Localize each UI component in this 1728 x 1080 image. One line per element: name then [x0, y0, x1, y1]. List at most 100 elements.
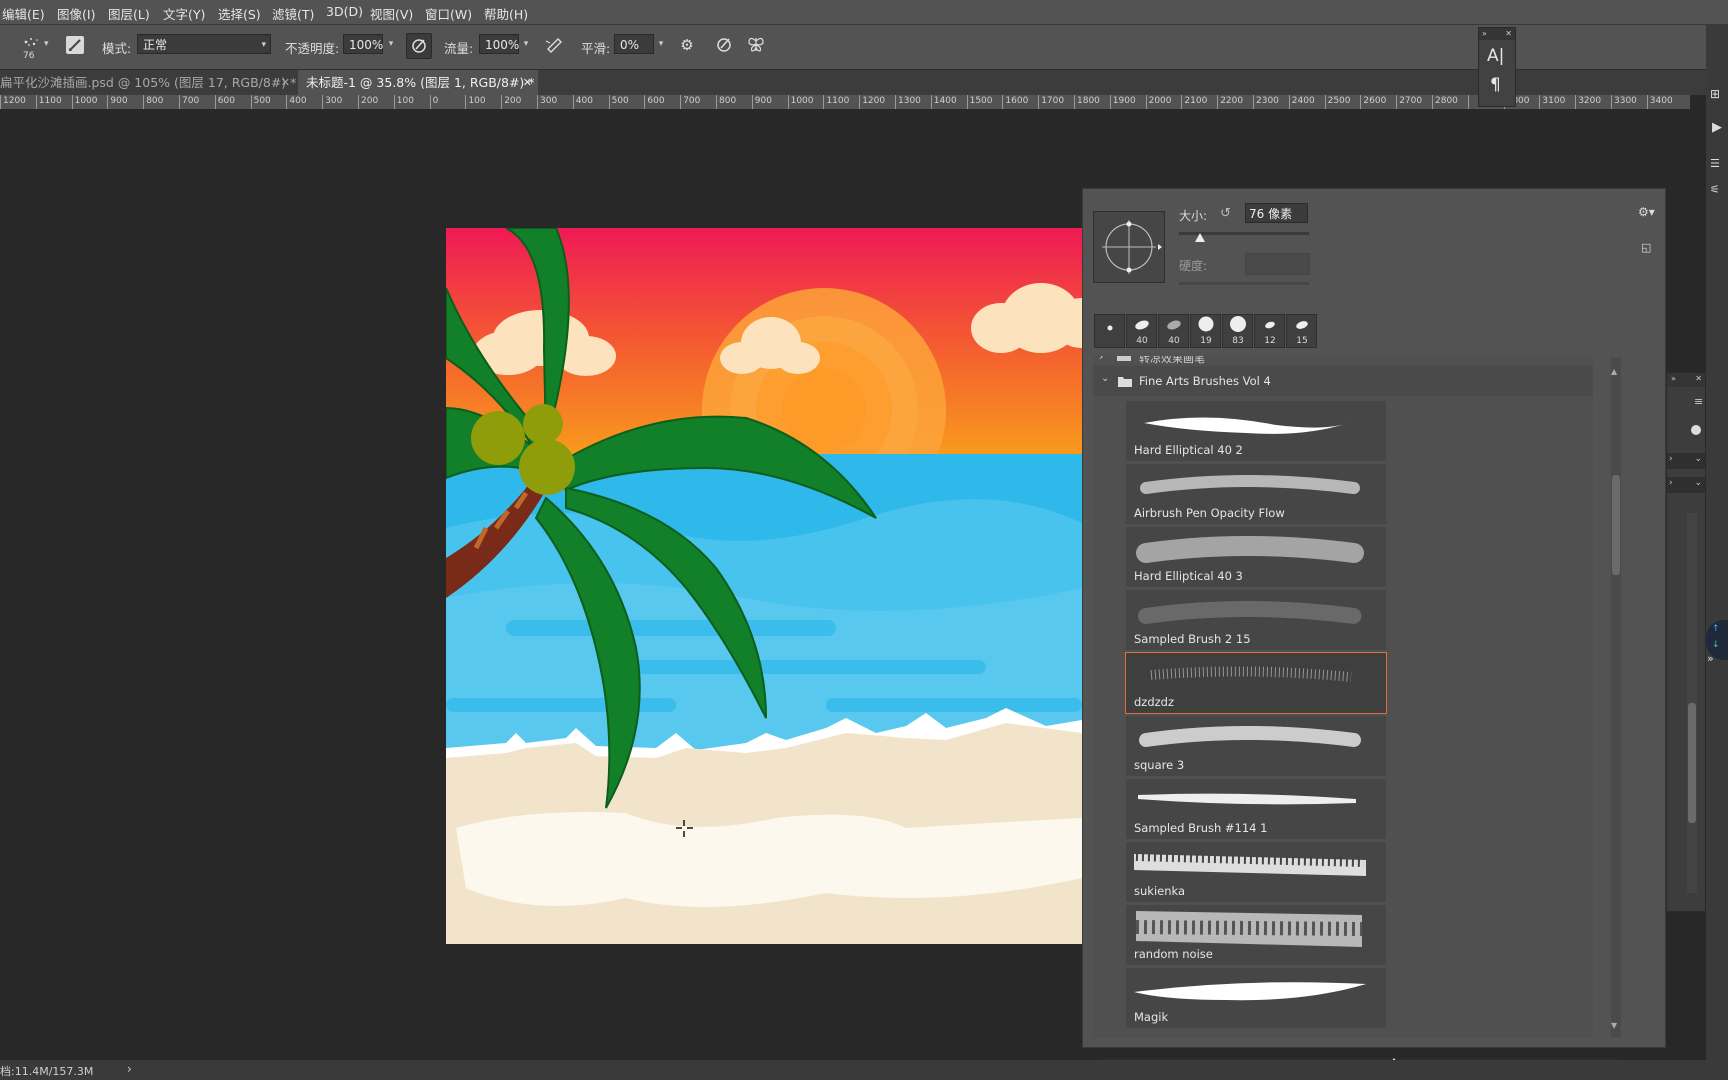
brush-item-label: Hard Elliptical 40 3 — [1134, 569, 1243, 583]
menu-layer[interactable]: 图层(L) — [108, 4, 150, 23]
brush-item[interactable]: square 3 — [1126, 716, 1386, 776]
recent-brush-swatch[interactable]: 40 — [1126, 314, 1157, 348]
symmetry-butterfly-icon[interactable] — [744, 33, 768, 57]
brush-tip-icon — [24, 38, 38, 46]
ruler-tick: 2800 — [1432, 95, 1458, 109]
brush-item[interactable]: Magik — [1126, 968, 1386, 1028]
brush-item[interactable]: sukienka — [1126, 842, 1386, 902]
chevron-down-icon[interactable]: ▾ — [384, 34, 398, 54]
status-arrow-icon[interactable]: › — [127, 1062, 132, 1076]
menu-window[interactable]: 窗口(W) — [425, 4, 472, 23]
close-icon[interactable]: ✕ — [1695, 374, 1702, 383]
expand-icon[interactable]: » — [1707, 652, 1714, 665]
brush-angle-preview[interactable] — [1093, 211, 1165, 283]
menu-view[interactable]: 视图(V) — [370, 4, 413, 23]
opacity-value: 100% — [349, 38, 384, 52]
brush-item[interactable]: dzdzdz — [1125, 652, 1387, 714]
gear-icon[interactable]: ⚙▾ — [1638, 205, 1655, 219]
hardness-slider[interactable] — [1179, 282, 1309, 285]
close-icon[interactable]: ✕ — [1505, 28, 1512, 40]
panel-scrollbar[interactable] — [1687, 513, 1697, 893]
menu-edit[interactable]: 编辑(E) — [2, 4, 45, 23]
pressure-size-icon[interactable] — [712, 33, 736, 57]
airbrush-icon[interactable] — [542, 33, 566, 57]
menu-type[interactable]: 文字(Y) — [163, 4, 205, 23]
right-tool-strip: ⊞ ▶ ☰ ⚟ ↑ ↓ » — [1706, 25, 1728, 1075]
brush-tip-icon — [1107, 325, 1113, 331]
smoothing-input[interactable]: 0% — [614, 34, 654, 54]
document-canvas[interactable] — [446, 228, 1082, 944]
close-icon[interactable]: ✕ — [281, 70, 290, 95]
list-icon[interactable]: ☰ — [1710, 157, 1720, 170]
character-panel-icon[interactable]: A| — [1487, 46, 1504, 66]
size-input[interactable]: 76 像素 — [1245, 203, 1308, 223]
ruler-tick: 300 — [537, 95, 557, 109]
brush-stroke-preview — [1134, 982, 1366, 1001]
chevron-down-icon[interactable]: ▾ — [519, 34, 533, 54]
play-icon[interactable]: ▶ — [1712, 120, 1722, 135]
recent-brush-swatch[interactable]: 12 — [1254, 314, 1285, 348]
brush-item[interactable]: Sampled Brush 2 15 — [1126, 590, 1386, 650]
ruler-tick: 2100 — [1181, 95, 1207, 109]
menu-3d[interactable]: 3D(D) — [326, 4, 363, 19]
size-slider[interactable] — [1179, 232, 1309, 242]
brush-item[interactable]: random noise — [1126, 905, 1386, 965]
tab-document-1[interactable]: 扁平化沙滩插画.psd @ 105% (图层 17, RGB/8#) * ✕ — [0, 70, 296, 95]
brush-item-label: square 3 — [1134, 758, 1185, 772]
recent-brush-swatch[interactable] — [1094, 314, 1125, 348]
ruler-tick: 2300 — [1253, 95, 1279, 109]
menu-image[interactable]: 图像(I) — [57, 4, 95, 23]
ruler-tick: 300 — [322, 95, 342, 109]
chevron-up-icon[interactable]: ▲ — [1611, 367, 1617, 376]
scrollbar-thumb[interactable] — [1688, 703, 1696, 823]
brush-preset-picker[interactable]: 76 ▾ — [14, 31, 49, 63]
collapse-icon[interactable]: » — [1482, 28, 1487, 40]
brush-angle-icon — [1102, 220, 1162, 274]
recent-brush-swatch[interactable]: 19 — [1190, 314, 1221, 348]
brush-item[interactable]: Sampled Brush #114 1 — [1126, 779, 1386, 839]
mode-label: 模式: — [102, 41, 132, 56]
paragraph-panel-icon[interactable]: ¶ — [1490, 75, 1501, 95]
dropdown-stub[interactable]: › ⌄ — [1667, 453, 1705, 469]
ruler-tick: 1100 — [823, 95, 849, 109]
close-icon[interactable]: ✕ — [523, 70, 532, 95]
reset-size-icon[interactable]: ↺ — [1220, 206, 1231, 221]
ruler-tick: 1100 — [35, 95, 62, 109]
adjust-icon[interactable]: ⚟ — [1710, 183, 1720, 196]
list-scrollbar[interactable]: ▲ ▼ — [1611, 357, 1621, 1037]
ruler-tick: 600 — [214, 95, 235, 109]
scrollbar-thumb[interactable] — [1612, 475, 1620, 575]
collapse-icon[interactable]: » — [1671, 374, 1676, 383]
brush-item[interactable]: Hard Elliptical 40 2 — [1126, 401, 1386, 461]
brush-item[interactable]: Airbrush Pen Opacity Flow — [1126, 464, 1386, 524]
menu-help[interactable]: 帮助(H) — [484, 4, 528, 23]
hardness-input[interactable] — [1245, 253, 1310, 275]
gear-icon[interactable]: ⚙ — [675, 33, 699, 57]
dropdown-stub[interactable]: › ⌄ — [1667, 477, 1705, 493]
flow-value: 100% — [485, 38, 520, 52]
recent-brush-swatch[interactable]: 40 — [1158, 314, 1189, 348]
brush-item-label: sukienka — [1134, 884, 1186, 898]
tab-document-2[interactable]: 未标题-1 @ 35.8% (图层 1, RGB/8#) * ✕ — [298, 70, 538, 95]
menu-filter[interactable]: 滤镜(T) — [272, 4, 314, 23]
ruler-tick: 400 — [286, 95, 307, 109]
brush-list: › 转凉效果画笔 ⌄ Fine Arts Brushes Vol 4 Hard … — [1093, 356, 1593, 1038]
chevron-down-icon[interactable]: ▼ — [1611, 1021, 1617, 1030]
menu-icon[interactable]: ≡ — [1694, 395, 1703, 408]
tab-label: 未标题-1 @ 35.8% (图层 1, RGB/8#) * — [306, 75, 535, 90]
flow-input[interactable]: 100% — [479, 34, 519, 54]
recent-brush-swatch[interactable]: 15 — [1286, 314, 1317, 348]
recent-brush-swatch[interactable]: 83 — [1222, 314, 1253, 348]
chevron-down-icon[interactable]: ▾ — [654, 34, 668, 54]
panel-toggle-icon[interactable]: ⊞ — [1710, 87, 1720, 101]
slider-thumb[interactable] — [1194, 233, 1205, 242]
brush-item[interactable]: Hard Elliptical 40 3 — [1126, 527, 1386, 587]
brush-settings-toggle-icon[interactable] — [66, 36, 84, 54]
new-preset-icon[interactable]: ◱ — [1641, 241, 1651, 254]
opacity-input[interactable]: 100% — [343, 34, 383, 54]
ruler-tick: 2400 — [1288, 95, 1315, 109]
brush-preset-panel: 大小: ↺ 76 像素 硬度: ⚙▾ ◱ 40 40 19 83 12 15 › 转凉效果… — [1082, 188, 1666, 1067]
menu-select[interactable]: 选择(S) — [218, 4, 261, 23]
mode-select[interactable]: 正常 ▾ — [137, 34, 271, 54]
pressure-opacity-icon[interactable] — [406, 33, 432, 59]
